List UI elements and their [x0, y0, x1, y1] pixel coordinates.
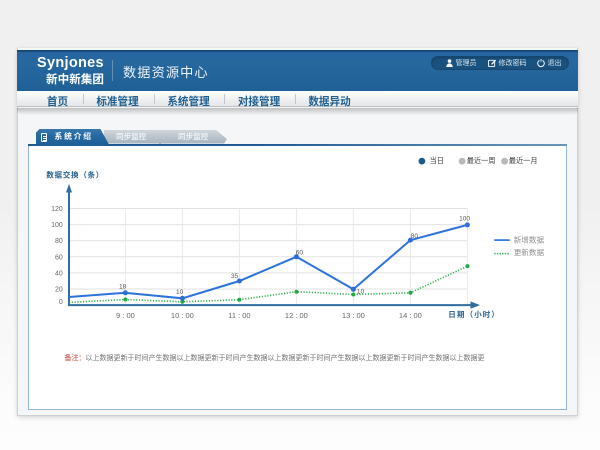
svg-text:当日: 当日: [430, 156, 444, 166]
svg-text:最近一周: 最近一周: [467, 156, 496, 166]
svg-text:日期（小时）: 日期（小时）: [448, 309, 500, 320]
svg-text:新增数据: 新增数据: [514, 234, 545, 245]
svg-text:80: 80: [411, 232, 419, 239]
svg-text:9 : 00: 9 : 00: [116, 311, 135, 320]
svg-text:10: 10: [357, 288, 365, 295]
svg-text:备注：以上数据更新于时间产生数据以上数据更新于时间产生数据以: 备注：以上数据更新于时间产生数据以上数据更新于时间产生数据以上数据更新于时间产生…: [65, 352, 485, 362]
svg-text:14 : 00: 14 : 00: [399, 311, 422, 320]
svg-text:40: 40: [55, 270, 63, 277]
svg-text:35: 35: [231, 273, 239, 280]
svg-text:最近一月: 最近一月: [509, 156, 538, 166]
svg-text:10: 10: [176, 289, 184, 296]
svg-text:13 : 00: 13 : 00: [342, 311, 365, 320]
svg-text:120: 120: [51, 206, 63, 213]
svg-text:100: 100: [51, 222, 63, 229]
svg-text:18: 18: [119, 283, 127, 290]
svg-text:60: 60: [55, 254, 63, 261]
svg-text:80: 80: [55, 238, 63, 245]
svg-text:0: 0: [59, 299, 63, 306]
svg-text:数据交换（条）: 数据交换（条）: [46, 169, 104, 180]
svg-text:10 : 00: 10 : 00: [171, 311, 194, 320]
svg-text:更新数据: 更新数据: [514, 247, 545, 258]
svg-text:11 : 00: 11 : 00: [228, 311, 250, 320]
svg-text:12 : 00: 12 : 00: [285, 311, 308, 320]
svg-text:60: 60: [296, 249, 304, 256]
svg-text:100: 100: [459, 215, 470, 222]
svg-text:20: 20: [55, 286, 63, 293]
